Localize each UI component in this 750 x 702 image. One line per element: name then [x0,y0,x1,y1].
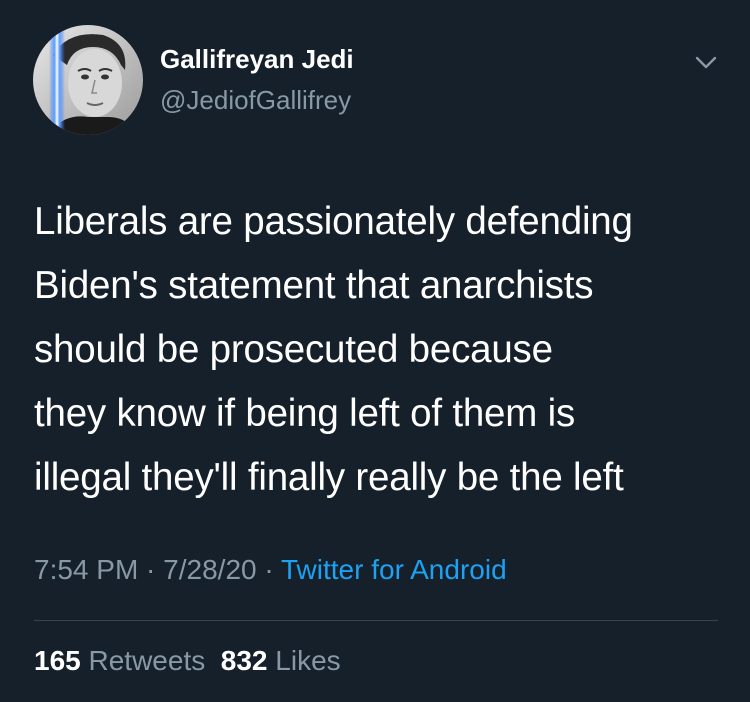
tweet-meta: 7:54 PM · 7/28/20 · Twitter for Android [34,554,507,586]
retweets-label: Retweets [88,645,206,676]
meta-separator: · [256,554,281,585]
tweet-time[interactable]: 7:54 PM [34,554,138,585]
tweet-stats: 165 Retweets 832 Likes [34,645,341,677]
retweets-count: 165 [34,645,81,676]
tweet-date[interactable]: 7/28/20 [163,554,256,585]
author-display-name[interactable]: Gallifreyan Jedi [160,44,354,75]
author-handle[interactable]: @JediofGallifrey [160,85,351,116]
likes-count: 832 [220,645,268,676]
tweet-card: Gallifreyan Jedi @JediofGallifrey Libera… [0,0,750,702]
divider [34,620,718,621]
retweets-stat[interactable]: 165 Retweets [34,645,205,676]
meta-separator: · [138,554,164,585]
chevron-down-icon[interactable] [692,50,720,74]
avatar[interactable] [33,25,143,135]
tweet-source-link[interactable]: Twitter for Android [281,554,507,585]
avatar-photo-icon [33,25,143,135]
tweet-text: Liberals are passionately defending Bide… [34,200,633,499]
likes-label: Likes [275,645,341,676]
likes-stat[interactable]: 832 Likes [221,645,341,676]
